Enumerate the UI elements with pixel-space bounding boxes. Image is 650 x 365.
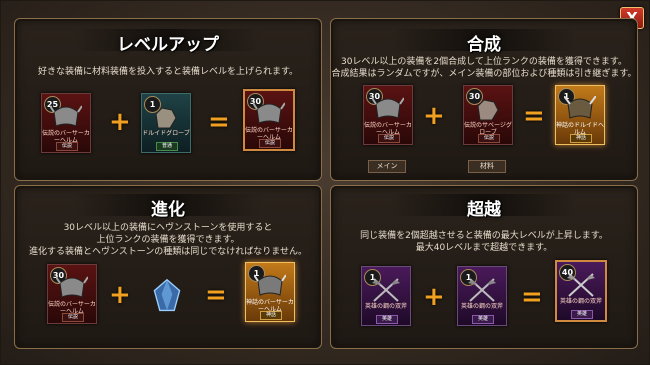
transcend-desc-line-1: 同じ装備を2個超越させると装備の最大レベルが上昇します。 — [360, 231, 608, 241]
levelup-title: レベルアップ — [117, 35, 219, 55]
helmet-icon — [56, 276, 88, 298]
synth-card-main: 30 伝説のバーサーカーヘルム 伝説 — [363, 85, 413, 145]
main-label: メイン — [368, 160, 406, 173]
evolve-card-result: 1 神話のバーサーカーヘルム 神話 — [245, 262, 295, 322]
levelup-card-result: 30 伝説のバーサーカーヘルム 伝説 — [243, 89, 295, 151]
helmet-icon — [254, 274, 286, 296]
helmet-icon — [50, 105, 82, 127]
rarity-tag: 英雄 — [472, 315, 494, 324]
dual-axe-icon — [372, 278, 400, 302]
card-name: ドルイドグローブ — [142, 130, 190, 137]
synth-card-material: 30 伝説のサベージグローブ 伝説 — [463, 85, 513, 145]
rarity-tag: 伝説 — [62, 313, 84, 322]
equals-icon: = — [521, 282, 543, 312]
equals-icon: = — [208, 107, 230, 137]
transcend-card-base: 1 英雄の鋼の双斧 英雄 — [361, 266, 411, 326]
synth-title: 合成 — [467, 35, 501, 55]
rarity-tag: 神話 — [260, 311, 282, 320]
rarity-tag: 伝説 — [478, 134, 500, 143]
levelup-card-base: 25 伝説のバーサーカーヘルム 伝説 — [41, 93, 91, 153]
rarity-tag: 普通 — [156, 142, 178, 151]
rarity-tag: 英雄 — [571, 310, 593, 319]
plus-icon: + — [423, 101, 445, 131]
heavenstone-icon — [153, 278, 181, 312]
transcend-desc-line-2: 最大40レベルまで超越できます。 — [415, 243, 553, 253]
evolve-panel: 進化 30レベル以上の装備にヘヴンストーンを使用すると 上位ランクの装備を獲得で… — [14, 185, 322, 349]
material-label: 材料 — [468, 160, 506, 173]
helmet-icon — [372, 97, 404, 119]
card-name: 英雄の鋼の双斧 — [460, 303, 503, 310]
synth-card-result: 1 神話のドルイドヘルム 神話 — [555, 85, 605, 145]
evolve-desc-line-3: 進化する装備とヘヴンストーンの種類は同じでなければなりません。 — [28, 247, 308, 257]
rarity-tag: 英雄 — [376, 315, 398, 324]
evolve-desc-line-2: 上位ランクの装備を獲得できます。 — [96, 235, 240, 245]
levelup-panel: レベルアップ 好きな装備に材料装備を投入すると装備レベルを上げられます。 25 … — [14, 18, 322, 181]
card-name: 英雄の鋼の双斧 — [559, 298, 602, 305]
plus-icon: + — [109, 107, 131, 137]
helmet-icon — [253, 102, 285, 124]
evolve-title: 進化 — [151, 200, 185, 220]
evolve-desc-line-1: 30レベル以上の装備にヘヴンストーンを使用すると — [63, 223, 273, 233]
plus-icon: + — [423, 282, 445, 312]
dual-axe-icon — [468, 278, 496, 302]
levelup-card-material: 1 ドルイドグローブ 普通 — [141, 93, 191, 153]
rarity-tag: 伝説 — [56, 142, 78, 151]
plus-icon: + — [109, 280, 131, 310]
synth-panel: 合成 30レベル以上の装備を2個合成して上位ランクの装備を獲得できます。 合成結… — [330, 18, 638, 181]
glove-icon — [477, 99, 499, 121]
rarity-tag: 神話 — [570, 134, 592, 143]
transcend-title: 超越 — [467, 200, 501, 220]
equals-icon: = — [523, 101, 545, 131]
synth-desc-line-2: 合成結果はランダムですが、メイン装備の部位および種類は引き継ぎます。 — [331, 69, 637, 79]
rarity-tag: 伝説 — [259, 139, 281, 148]
dual-axe-icon — [567, 273, 595, 297]
transcend-card-result: 40 英雄の鋼の双斧 英雄 — [555, 260, 607, 322]
equals-icon: = — [205, 280, 227, 310]
evolve-card-base: 30 伝説のバーサーカーヘルム 伝説 — [47, 264, 97, 324]
rarity-tag: 伝説 — [378, 134, 400, 143]
card-name: 英雄の鋼の双斧 — [364, 303, 407, 310]
transcend-card-material: 1 英雄の鋼の双斧 英雄 — [457, 266, 507, 326]
transcend-panel: 超越 同じ装備を2個超越させると装備の最大レベルが上昇します。 最大40レベルま… — [330, 185, 638, 349]
synth-desc-line-1: 30レベル以上の装備を2個合成して上位ランクの装備を獲得できます。 — [340, 57, 627, 67]
glove-icon — [155, 107, 177, 129]
helmet-icon — [564, 96, 596, 119]
levelup-desc-line-1: 好きな装備に材料装備を投入すると装備レベルを上げられます。 — [37, 67, 299, 77]
